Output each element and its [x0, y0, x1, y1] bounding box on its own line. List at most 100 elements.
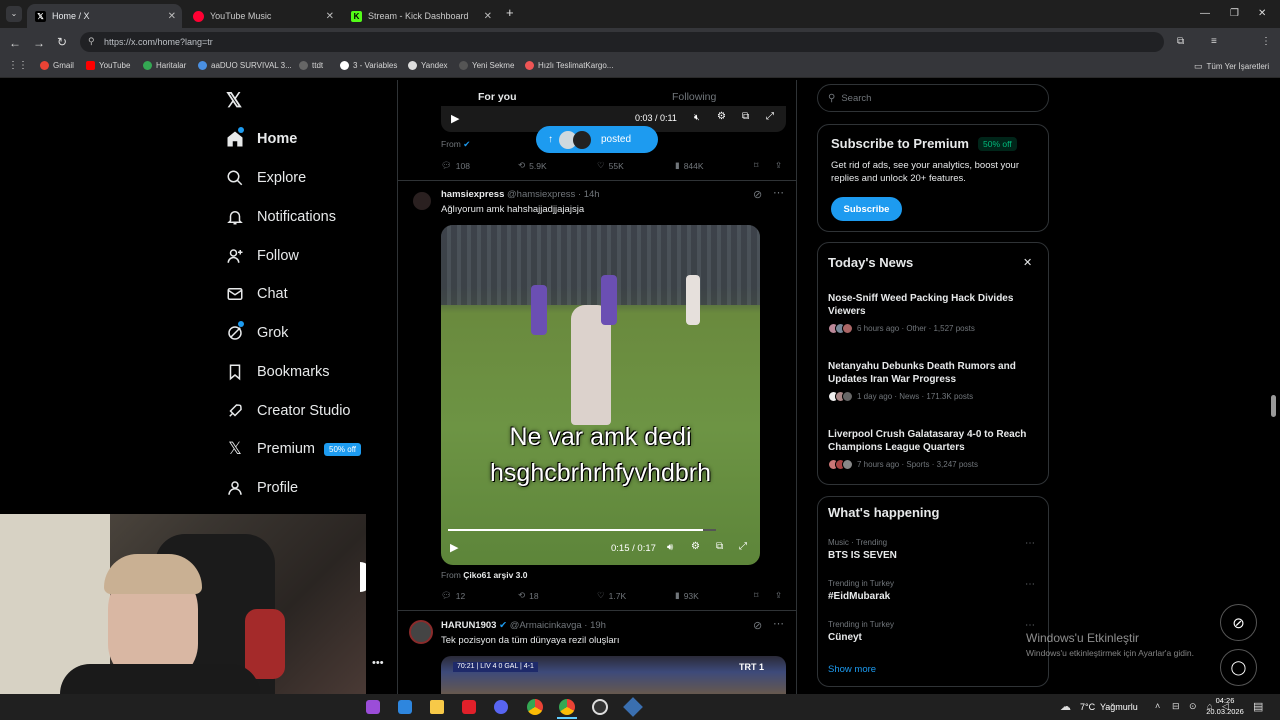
views-button[interactable]: ▮ 93K: [675, 590, 699, 601]
clock-date[interactable]: 20.03.2026: [1202, 707, 1248, 716]
more-icon[interactable]: ⋯: [1025, 538, 1035, 549]
grok-post-icon[interactable]: ⊘: [753, 188, 762, 201]
trend-item[interactable]: Music · Trending BTS IS SEVEN: [828, 538, 1040, 562]
share-button[interactable]: ⇪: [775, 160, 782, 171]
chrome-active-icon[interactable]: [559, 699, 575, 715]
x-logo-icon[interactable]: 𝕏: [226, 88, 242, 113]
grok-float-button[interactable]: ⊘: [1220, 604, 1257, 641]
nav-notifications[interactable]: Notifications: [226, 205, 336, 229]
tray-icon[interactable]: ⊟: [1172, 701, 1180, 712]
app-icon[interactable]: [623, 697, 643, 717]
settings-icon[interactable]: ⚙: [691, 541, 700, 552]
views-button[interactable]: ▮ 844K: [675, 160, 704, 171]
all-bookmarks[interactable]: ▭ Tüm Yer İşaretleri: [1194, 61, 1269, 72]
bookmark-gmail[interactable]: Gmail: [40, 61, 74, 70]
bookmark-youtube[interactable]: YouTube: [86, 61, 130, 70]
close-icon[interactable]: ✕: [1023, 256, 1032, 269]
restore-button[interactable]: ❐: [1230, 8, 1239, 19]
discord-icon[interactable]: [494, 700, 508, 714]
bookmark-hizli-teslimat[interactable]: Hızlı TeslimatKargo...: [525, 61, 613, 70]
nav-grok[interactable]: Grok: [226, 321, 288, 345]
tab-search-button[interactable]: ⌄: [6, 6, 22, 22]
bookmark-button[interactable]: ⌑: [754, 160, 758, 171]
file-explorer-icon[interactable]: [430, 700, 444, 714]
search-input[interactable]: ⚲ Search: [817, 84, 1049, 112]
author-handle[interactable]: @hamsiexpress: [507, 189, 575, 200]
bookmark-variables[interactable]: 3 - Variables: [340, 61, 397, 70]
media-controls-icon[interactable]: ≡: [1211, 36, 1217, 47]
nav-bookmarks[interactable]: Bookmarks: [226, 360, 330, 384]
news-item[interactable]: Netanyahu Debunks Death Rumors and Updat…: [828, 360, 1040, 402]
tab-kick-dashboard[interactable]: K Stream - Kick Dashboard ✕: [343, 4, 498, 28]
app-icon[interactable]: [366, 700, 380, 714]
more-icon[interactable]: ⋯: [1025, 579, 1035, 590]
like-button[interactable]: ♡ 55K: [597, 160, 624, 171]
nav-home[interactable]: Home: [226, 127, 297, 151]
pip-icon[interactable]: ⧉: [716, 541, 723, 552]
tab-home-x[interactable]: 𝕏 Home / X ✕: [27, 4, 182, 28]
clock-time[interactable]: 04:26: [1208, 696, 1242, 705]
nav-explore[interactable]: Explore: [226, 166, 306, 190]
nav-creator-studio[interactable]: Creator Studio: [226, 399, 351, 423]
trend-item[interactable]: Trending in Turkey Cüneyt: [828, 620, 1040, 644]
author-name[interactable]: HARUN1903: [441, 620, 496, 631]
subscribe-button[interactable]: Subscribe: [831, 197, 902, 221]
new-posts-pill[interactable]: ↑ posted: [536, 126, 658, 153]
tab-youtube-music[interactable]: YouTube Music ✕: [185, 4, 340, 28]
tab-for-you[interactable]: For you: [478, 91, 517, 103]
reply-button[interactable]: 💬︎ 108: [441, 160, 470, 171]
bookmark-ttdt[interactable]: ttdt: [299, 61, 323, 70]
more-icon[interactable]: ⋯: [773, 186, 784, 199]
trend-item[interactable]: Trending in Turkey #EidMubarak: [828, 579, 1040, 603]
nav-chat[interactable]: Chat: [226, 282, 288, 306]
repost-button[interactable]: ⟲ 5.9K: [518, 160, 547, 171]
close-tab-icon[interactable]: ✕: [168, 11, 176, 22]
tray-chevron-icon[interactable]: ˄: [1155, 701, 1160, 711]
author-handle[interactable]: @Armaicinkavga: [510, 620, 582, 631]
account-more-icon[interactable]: •••: [372, 657, 384, 669]
bookmark-aaduo[interactable]: aaDUO SURVIVAL 3...: [198, 61, 292, 70]
play-icon[interactable]: ▶: [450, 541, 458, 554]
video-progress[interactable]: [448, 529, 716, 531]
reply-button[interactable]: 💬︎ 12: [441, 590, 465, 601]
show-more-link[interactable]: Show more: [828, 664, 876, 675]
browser-menu-icon[interactable]: ⋮: [1261, 36, 1271, 47]
close-tab-icon[interactable]: ✕: [484, 11, 492, 22]
share-button[interactable]: ⇪: [775, 590, 782, 601]
fullscreen-icon[interactable]: ⤢: [766, 111, 774, 122]
bookmark-yeni-sekme[interactable]: Yeni Sekme: [459, 61, 514, 70]
repost-button[interactable]: ⟲ 18: [518, 590, 539, 601]
post-age[interactable]: · 14h: [578, 189, 600, 200]
nav-profile[interactable]: Profile: [226, 476, 298, 500]
avatar[interactable]: [409, 620, 433, 644]
office-app-icon[interactable]: [462, 700, 476, 714]
from-source[interactable]: From ✔: [441, 139, 470, 150]
bookmark-yandex[interactable]: Yandex: [408, 61, 448, 70]
news-item[interactable]: Nose-Sniff Weed Packing Hack Divides Vie…: [828, 292, 1040, 334]
tray-icon[interactable]: ⊙: [1189, 701, 1197, 712]
more-icon[interactable]: ⋯: [1025, 620, 1035, 631]
chrome-icon[interactable]: [527, 699, 543, 715]
messages-float-button[interactable]: ◯: [1220, 649, 1257, 686]
obs-icon[interactable]: [592, 699, 608, 715]
pip-icon[interactable]: ⧉: [742, 111, 749, 122]
weather-icon[interactable]: ☁: [1060, 700, 1071, 713]
mute-icon[interactable]: 🔇︎: [694, 112, 700, 123]
volume-icon[interactable]: 🔊︎: [667, 542, 673, 553]
avatar[interactable]: [413, 192, 431, 210]
bookmark-haritalar[interactable]: Haritalar: [143, 61, 186, 70]
reload-button[interactable]: ↻: [57, 35, 67, 49]
extensions-icon[interactable]: ⧉: [1177, 36, 1184, 47]
notification-center-icon[interactable]: ▤: [1253, 700, 1263, 713]
grok-post-icon[interactable]: ⊘: [753, 619, 762, 632]
post-video[interactable]: Ne var amk dedi hsghcbrhrhfyvhdbrh ▶ 0:1…: [441, 225, 760, 565]
address-bar[interactable]: ⚲ https://x.com/home?lang=tr: [80, 32, 1164, 52]
like-button[interactable]: ♡ 1.7K: [597, 590, 626, 601]
mail-app-icon[interactable]: [398, 700, 412, 714]
post-age[interactable]: · 19h: [584, 620, 606, 631]
more-icon[interactable]: ⋯: [773, 617, 784, 630]
close-window-button[interactable]: ✕: [1258, 8, 1266, 19]
forward-button[interactable]: →: [33, 36, 45, 50]
close-tab-icon[interactable]: ✕: [326, 11, 334, 22]
post-video[interactable]: 70:21 | LIV 4 0 GAL | 4-1 TRT 1: [441, 656, 786, 694]
